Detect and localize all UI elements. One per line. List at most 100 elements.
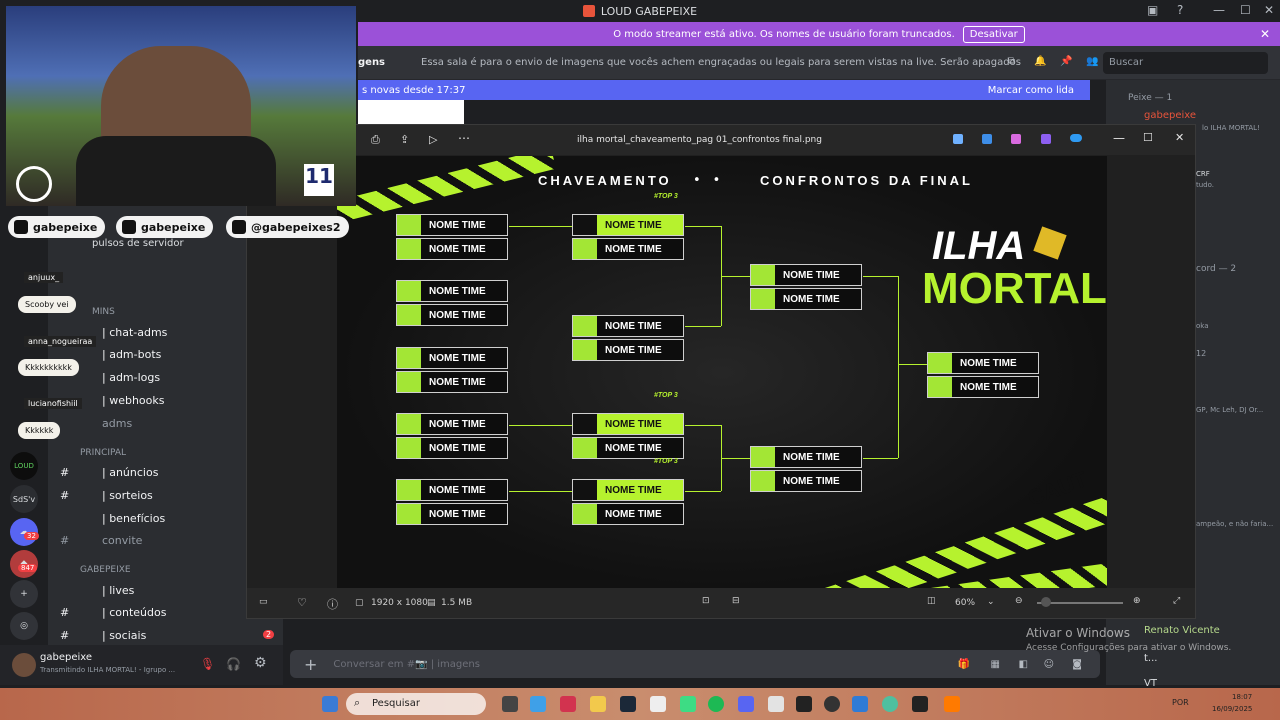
favorite-heart-icon[interactable]: ♡ (297, 596, 307, 609)
admins-category[interactable]: MINS (92, 307, 115, 317)
channel-sociais[interactable]: | sociais (102, 629, 146, 642)
channel-conteudos[interactable]: | conteúdos (102, 606, 166, 619)
zoom-dropdown-icon[interactable]: ⌄ (987, 597, 995, 607)
channel-anuncios[interactable]: | anúncios (102, 466, 158, 479)
inbox-icon[interactable]: ▣ (1147, 3, 1158, 17)
channel-adm-bots[interactable]: | adm-bots (102, 348, 161, 361)
onedrive-icon[interactable] (1070, 134, 1082, 142)
channel-adms[interactable]: adms (102, 417, 132, 430)
members-icon[interactable]: 👥 (1086, 56, 1098, 67)
gift-icon[interactable]: 🎁 (958, 659, 970, 670)
app-icon[interactable] (944, 696, 960, 712)
copilot-icon[interactable] (953, 134, 963, 144)
sticker-icon[interactable]: ◧ (1019, 659, 1028, 670)
file-explorer-icon[interactable] (590, 696, 606, 712)
crop-icon[interactable]: ⊡ (702, 596, 710, 606)
channel-convite[interactable]: convite (102, 534, 142, 547)
spotify-icon[interactable] (708, 696, 724, 712)
viewer-minimize-icon[interactable]: — (1113, 131, 1125, 145)
app-icon[interactable] (796, 696, 812, 712)
banner-close-icon[interactable]: ✕ (1260, 27, 1270, 41)
channel-lives[interactable]: | lives (102, 584, 134, 597)
avatar[interactable] (12, 653, 36, 677)
copilot-taskbar-icon[interactable] (530, 696, 546, 712)
gif-icon[interactable]: ▦ (991, 659, 1000, 670)
adjust-icon[interactable]: ⊟ (732, 596, 740, 606)
more-options-icon[interactable]: ⋯ (458, 131, 470, 145)
team-shield-icon (573, 340, 597, 360)
emoji-icon[interactable]: ☺ (1044, 659, 1054, 670)
app-icon[interactable] (768, 696, 784, 712)
chrome-icon[interactable] (882, 696, 898, 712)
member-fragment: oka (1196, 322, 1209, 330)
maximize-icon[interactable]: ☐ (1240, 3, 1251, 17)
close-icon[interactable]: ✕ (1264, 3, 1274, 17)
zoom-slider-thumb[interactable] (1041, 597, 1051, 607)
channel-sorteios[interactable]: | sorteios (102, 489, 153, 502)
slideshow-icon[interactable]: ▷ (429, 133, 437, 146)
app-icon[interactable] (912, 696, 928, 712)
task-view-icon[interactable] (502, 696, 518, 712)
settings-gear-icon[interactable]: ⚙ (254, 655, 267, 671)
paint-icon[interactable] (1011, 134, 1021, 144)
deafen-icon[interactable]: 🎧 (226, 657, 241, 671)
message-composer[interactable]: + Conversar em #📷 | imagens 🎁 ▦ ◧ ☺ ◙ (290, 650, 1100, 678)
channel-beneficios[interactable]: | benefícios (102, 512, 165, 525)
clipchamp-icon[interactable] (1041, 134, 1051, 144)
share-icon[interactable]: ⇪ (400, 133, 409, 146)
viewer-close-icon[interactable]: ✕ (1175, 131, 1184, 144)
viewer-maximize-icon[interactable]: ☐ (1143, 131, 1153, 144)
mute-icon[interactable]: 🎙 (200, 657, 215, 671)
channel-webhooks[interactable]: | webhooks (102, 394, 164, 407)
threads-icon[interactable]: ⧉ (1008, 56, 1015, 67)
obs-icon[interactable] (824, 696, 840, 712)
discord-icon[interactable] (738, 696, 754, 712)
help-icon[interactable]: ? (1177, 3, 1183, 17)
member-t[interactable]: t... (1144, 653, 1157, 664)
info-icon[interactable]: ⓘ (327, 596, 338, 612)
zoom-level[interactable]: 60% (955, 598, 975, 608)
zoom-out-icon[interactable]: ⊖ (1015, 596, 1023, 606)
attach-plus-icon[interactable]: + (304, 655, 317, 674)
channel-adm-logs[interactable]: | adm-logs (102, 371, 160, 384)
bracket-title: CHAVEAMENTO (538, 173, 672, 188)
edit-icon[interactable] (982, 134, 992, 144)
zoom-in-icon[interactable]: ⊕ (1133, 596, 1141, 606)
minimize-icon[interactable]: — (1213, 3, 1225, 17)
member-gabepeixe[interactable]: gabepeixe (1144, 110, 1196, 121)
principal-category[interactable]: PRINCIPAL (80, 448, 126, 458)
filmstrip-icon[interactable]: ▭ (259, 597, 268, 607)
top3-tag: #TOP 3 (654, 392, 678, 399)
taskbar-search[interactable]: Pesquisar (346, 693, 486, 715)
team-shield-icon (397, 372, 421, 392)
app-icon[interactable] (650, 696, 666, 712)
explore-icon[interactable]: ◎ (10, 612, 38, 640)
taskbar-time[interactable]: 18:07 (1232, 693, 1252, 701)
member-renato[interactable]: Renato Vicente (1144, 625, 1220, 636)
apps-icon[interactable]: ◙ (1072, 659, 1082, 670)
start-icon[interactable] (322, 696, 338, 712)
disable-streamer-button[interactable]: Desativar (962, 25, 1025, 43)
channel-chat-adms[interactable]: | chat-adms (102, 326, 167, 339)
pin-icon[interactable]: 📌 (1060, 56, 1072, 67)
app-icon[interactable] (680, 696, 696, 712)
image-thumbnail[interactable] (358, 100, 464, 124)
server-badge: 32 (24, 532, 39, 540)
taskbar-date[interactable]: 16/09/2025 (1212, 705, 1252, 713)
print-icon[interactable]: ⎙ (371, 133, 380, 147)
fit-screen-icon[interactable]: ◫ (927, 596, 936, 606)
fullscreen-icon[interactable]: ⤢ (1173, 596, 1180, 606)
new-messages-bar[interactable]: s novas desde 17:37 Marcar como lida (358, 80, 1090, 100)
server-loud[interactable]: LOUD (10, 452, 38, 480)
server-sdsv[interactable]: SdS'v (10, 485, 38, 513)
app-icon[interactable] (560, 696, 576, 712)
photos-icon[interactable] (852, 696, 868, 712)
add-server-icon[interactable]: + (10, 580, 38, 608)
steam-icon[interactable] (620, 696, 636, 712)
team-name: NOME TIME (429, 352, 486, 364)
bell-icon[interactable]: 🔔 (1034, 56, 1046, 67)
language-indicator[interactable]: POR (1172, 698, 1189, 707)
gabepeixe-category[interactable]: GABEPEIXE (80, 565, 131, 575)
mark-read-button[interactable]: Marcar como lida (988, 85, 1074, 96)
search-input[interactable]: Buscar (1103, 52, 1268, 74)
